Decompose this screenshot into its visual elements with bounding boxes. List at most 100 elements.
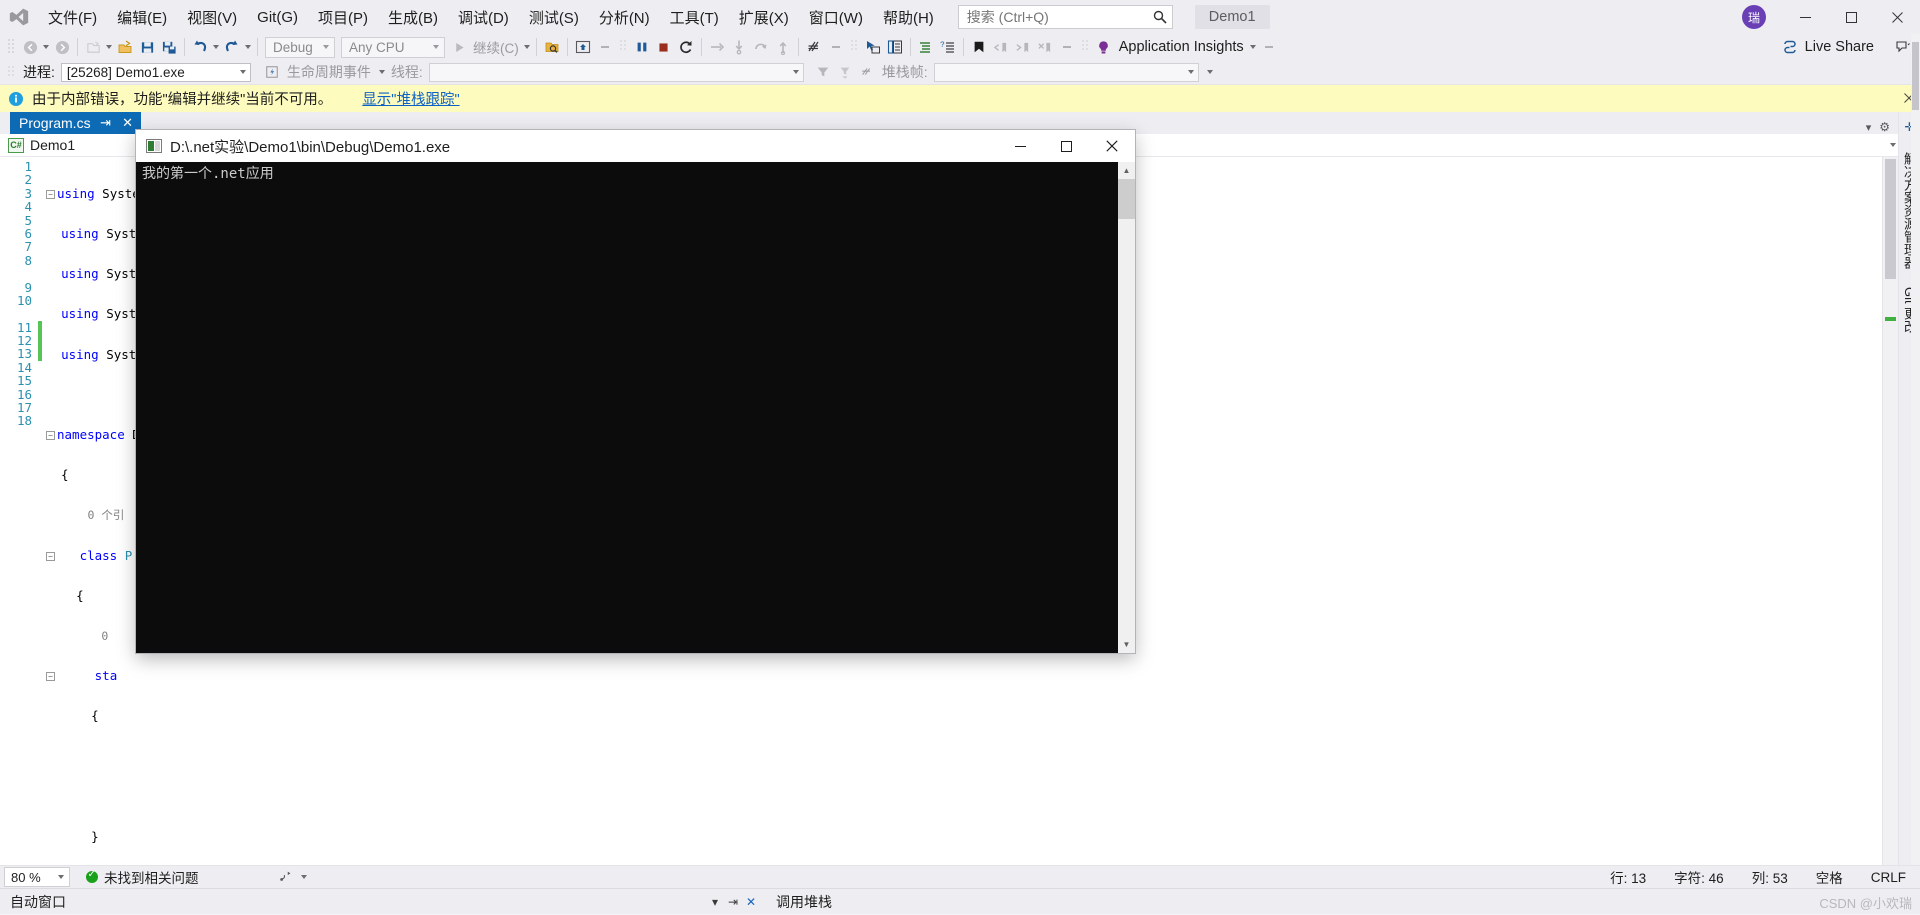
step-into-specific-icon[interactable]	[750, 36, 772, 58]
previous-bookmark-icon[interactable]	[990, 36, 1012, 58]
chevron-down-icon[interactable]: ▾	[706, 895, 724, 909]
close-icon[interactable]: ✕	[121, 115, 135, 131]
console-maximize-button[interactable]	[1043, 130, 1089, 162]
menu-test[interactable]: 测试(S)	[519, 1, 589, 34]
scroll-up-icon[interactable]: ▲	[1118, 162, 1135, 179]
maximize-button[interactable]	[1828, 0, 1874, 34]
diagnostics-icon[interactable]	[803, 36, 825, 58]
save-all-icon[interactable]	[158, 36, 180, 58]
undo-icon[interactable]	[189, 36, 211, 58]
menu-tools[interactable]: 工具(T)	[660, 1, 729, 34]
toolbar-grip[interactable]	[619, 38, 628, 56]
show-stack-trace-link[interactable]: 显示"堆栈跟踪"	[362, 88, 459, 109]
application-insights-label[interactable]: Application Insights	[1115, 39, 1248, 55]
redo-dropdown[interactable]	[243, 36, 253, 58]
filter-down-icon[interactable]	[834, 61, 856, 83]
outer-vertical-scrollbar[interactable]	[1911, 34, 1920, 865]
console-window[interactable]: D:\.net实验\Demo1\bin\Debug\Demo1.exe 我的第一…	[136, 130, 1135, 653]
close-button[interactable]	[1874, 0, 1920, 34]
menu-debug[interactable]: 调试(D)	[448, 1, 519, 34]
step-into-icon[interactable]	[728, 36, 750, 58]
lifecycle-events-dropdown[interactable]	[377, 61, 387, 83]
open-file-icon[interactable]	[114, 36, 136, 58]
chevron-down-icon[interactable]	[431, 36, 441, 58]
menu-view[interactable]: 视图(V)	[177, 1, 247, 34]
collapse-icon[interactable]: −	[46, 551, 55, 561]
scrollbar-thumb[interactable]	[1885, 159, 1896, 279]
solution-platform-combo[interactable]: Any CPU	[341, 36, 445, 58]
navigate-back-icon[interactable]	[19, 36, 41, 58]
issues-status[interactable]: 未找到相关问题	[76, 867, 209, 887]
comment-icon[interactable]	[915, 36, 937, 58]
screenshot-dropdown[interactable]	[594, 36, 616, 58]
console-body[interactable]: 我的第一个.net应用 ▲ ▼	[136, 162, 1135, 653]
pin-icon[interactable]: ⇥	[99, 115, 113, 131]
close-icon[interactable]: ✕	[742, 895, 760, 909]
redo-icon[interactable]	[221, 36, 243, 58]
menu-file[interactable]: 文件(F)	[38, 1, 107, 34]
menu-analyze[interactable]: 分析(N)	[589, 1, 660, 34]
process-combo[interactable]: [25268] Demo1.exe	[60, 62, 251, 82]
play-icon[interactable]	[448, 36, 470, 58]
restart-icon[interactable]	[675, 36, 697, 58]
application-insights-overflow[interactable]	[1258, 36, 1280, 58]
live-share-label[interactable]: Live Share	[1801, 39, 1878, 55]
collapse-icon[interactable]: −	[46, 189, 55, 199]
chevron-down-icon[interactable]	[56, 866, 66, 888]
continue-label[interactable]: 继续(C)	[470, 37, 522, 57]
scrollbar-thumb[interactable]	[1118, 179, 1135, 219]
menu-git[interactable]: Git(G)	[247, 3, 308, 32]
new-project-icon[interactable]	[82, 36, 104, 58]
source-control-status[interactable]	[209, 866, 319, 888]
step-out-icon[interactable]	[772, 36, 794, 58]
toolbar-grip[interactable]	[1081, 38, 1090, 56]
flag-icon[interactable]	[856, 61, 878, 83]
bookmarks-dropdown[interactable]	[1056, 36, 1078, 58]
solution-name-chip[interactable]: Demo1	[1194, 5, 1270, 29]
step-over-icon[interactable]	[706, 36, 728, 58]
autos-window-header[interactable]: 自动窗口 ▾ ⇥ ✕	[0, 889, 760, 915]
indentation-setting[interactable]: 空格	[1802, 867, 1857, 887]
collapse-icon[interactable]: −	[46, 672, 55, 682]
navbar-member-combo[interactable]	[1888, 134, 1898, 156]
lifecycle-events-icon[interactable]	[261, 61, 283, 83]
pause-icon[interactable]	[631, 36, 653, 58]
stackframe-combo[interactable]	[933, 62, 1199, 82]
debug-toolbar-overflow[interactable]	[1205, 61, 1215, 83]
debug-toolbar-grip[interactable]	[7, 63, 16, 81]
line-ending-setting[interactable]: CRLF	[1857, 870, 1920, 885]
save-icon[interactable]	[136, 36, 158, 58]
editor-vertical-scrollbar[interactable]	[1882, 157, 1898, 865]
continue-dropdown[interactable]	[522, 36, 532, 58]
tab-settings-icon[interactable]: ⚙	[1879, 120, 1890, 134]
zoom-level-combo[interactable]: 80 %	[4, 867, 70, 887]
new-project-dropdown[interactable]	[104, 36, 114, 58]
select-element-icon[interactable]	[862, 36, 884, 58]
global-search[interactable]	[957, 5, 1173, 29]
application-insights-dropdown[interactable]	[1248, 36, 1258, 58]
bookmark-icon[interactable]	[968, 36, 990, 58]
menu-build[interactable]: 生成(B)	[378, 1, 448, 34]
search-input[interactable]	[964, 8, 1152, 26]
collapse-icon[interactable]: −	[46, 431, 55, 441]
menu-window[interactable]: 窗口(W)	[799, 1, 873, 34]
solution-configuration-combo[interactable]: Debug	[265, 36, 335, 58]
undo-dropdown[interactable]	[211, 36, 221, 58]
toolbar-grip[interactable]	[850, 38, 859, 56]
console-minimize-button[interactable]	[997, 130, 1043, 162]
console-title-bar[interactable]: D:\.net实验\Demo1\bin\Debug\Demo1.exe	[136, 130, 1135, 162]
scrollbar-thumb[interactable]	[1912, 42, 1919, 110]
clear-bookmarks-icon[interactable]	[1034, 36, 1056, 58]
console-close-button[interactable]	[1089, 130, 1135, 162]
hot-reload-icon[interactable]	[541, 36, 563, 58]
tab-list-chevron-icon[interactable]: ▾	[1866, 121, 1872, 134]
live-share-icon[interactable]	[1779, 36, 1801, 58]
call-stack-window-header[interactable]: 调用堆栈	[760, 889, 832, 915]
uncomment-icon[interactable]: ?	[937, 36, 959, 58]
menu-edit[interactable]: 编辑(E)	[107, 1, 177, 34]
console-scrollbar[interactable]: ▲ ▼	[1118, 162, 1135, 653]
chevron-down-icon[interactable]	[1888, 134, 1898, 156]
chevron-down-icon[interactable]	[791, 61, 801, 83]
lifecycle-events-label[interactable]: 生命周期事件	[283, 62, 377, 82]
next-bookmark-icon[interactable]	[1012, 36, 1034, 58]
